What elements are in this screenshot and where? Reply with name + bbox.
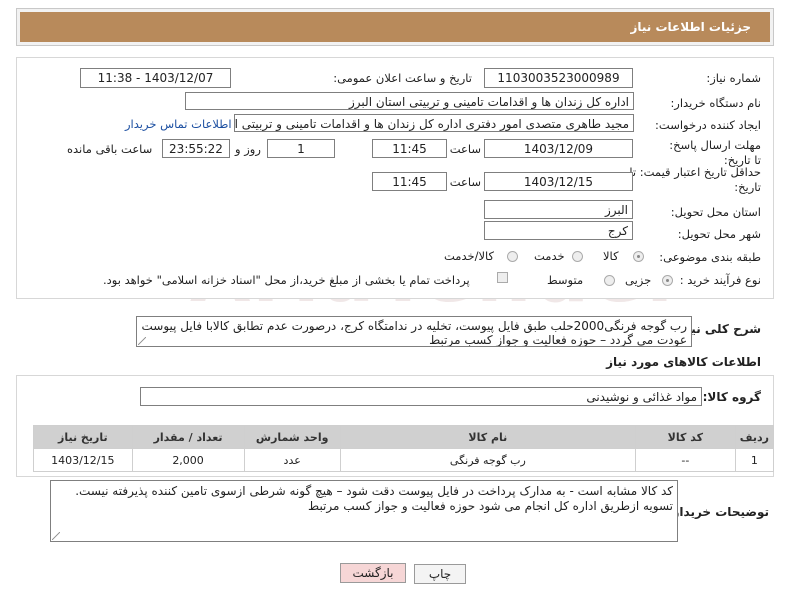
cell-row: 1 [734, 448, 775, 472]
cell-code: -- [634, 448, 736, 472]
process-radio-minor[interactable] [662, 275, 673, 286]
header-panel: جزئیات اطلاعات نیاز [16, 8, 774, 46]
deadline-time-field: 11:45 [372, 139, 447, 158]
description-text: رب گوجه فرنگی2000حلب طبق فایل پیوست، تخل… [141, 319, 687, 347]
deadline-date-field: 1403/12/09 [484, 139, 633, 158]
contact-buyer-link[interactable]: اطلاعات تماس خریدار [125, 117, 232, 131]
category-radio-goods[interactable] [633, 251, 644, 262]
goods-group-label: گروه کالا: [702, 390, 761, 404]
payment-note: پرداخت تمام یا بخشی از مبلغ خرید،از محل … [103, 273, 470, 287]
goods-table-header-row: ردیف کد کالا نام کالا واحد شمارش تعداد /… [33, 425, 775, 449]
days-field: 1 [267, 139, 335, 158]
process-radio-medium[interactable] [604, 275, 615, 286]
resize-handle[interactable] [52, 532, 60, 540]
process-option-medium: متوسط [547, 273, 584, 287]
validity-date-field: 1403/12/15 [484, 172, 633, 191]
province-label: استان محل تحویل: [670, 205, 761, 219]
goods-table: ردیف کد کالا نام کالا واحد شمارش تعداد /… [33, 425, 775, 472]
process-label: نوع فرآیند خرید : [679, 273, 761, 287]
goods-group-field: مواد غذائی و نوشیدنی [140, 387, 702, 406]
announce-label: تاریخ و ساعت اعلان عمومی: [333, 71, 472, 85]
city-label: شهر محل تحویل: [677, 227, 761, 241]
col-date: تاریخ نیاز [33, 425, 133, 449]
city-field: کرج [484, 221, 633, 240]
cell-unit: عدد [243, 448, 341, 472]
buyer-org-field: اداره کل زندان ها و اقدامات تامینی و ترب… [185, 92, 634, 110]
cell-date: 1403/12/15 [33, 448, 133, 472]
resize-handle[interactable] [138, 337, 146, 345]
cell-name: رب گوجه فرنگی [339, 448, 636, 472]
validity-time-label: ساعت [449, 175, 481, 189]
page-title: جزئیات اطلاعات نیاز [630, 20, 751, 34]
category-option-goods: کالا [603, 249, 619, 263]
buyer-notes-textarea[interactable]: کد کالا مشابه است - به مدارک پرداخت در ف… [50, 480, 678, 542]
announce-field: 1403/12/07 - 11:38 [80, 68, 231, 88]
need-number-label: شماره نیاز: [706, 71, 761, 85]
cell-quantity: 2,000 [131, 448, 245, 472]
validity-label: حداقل تاریخ اعتبار قیمت: تا تاریخ: [629, 165, 761, 194]
buyer-org-label: نام دستگاه خریدار: [670, 96, 761, 110]
requester-field: مجید طاهری متصدی امور دفتری اداره کل زند… [234, 114, 634, 132]
description-textarea[interactable]: رب گوجه فرنگی2000حلب طبق فایل پیوست، تخل… [136, 316, 692, 347]
need-number-field: 1103003523000989 [484, 68, 633, 88]
col-name: نام کالا [339, 425, 636, 449]
requester-label: ایجاد کننده درخواست: [655, 118, 761, 132]
buyer-notes-text: کد کالا مشابه است - به مدارک پرداخت در ف… [75, 484, 673, 513]
category-option-service: خدمت [534, 249, 565, 263]
goods-section-title: اطلاعات کالاهای مورد نیاز [606, 355, 761, 369]
category-radio-service[interactable] [572, 251, 583, 262]
back-button[interactable]: بازگشت [340, 563, 406, 583]
days-label: روز و [235, 142, 261, 156]
category-label: طبقه بندی موضوعی: [659, 250, 761, 264]
print-button[interactable]: چاپ [414, 564, 466, 584]
treasury-checkbox[interactable] [497, 272, 508, 283]
process-option-minor: جزیی [625, 273, 652, 287]
deadline-label: مهلت ارسال پاسخ: تا تاریخ: [669, 138, 761, 167]
category-option-both: کالا/خدمت [444, 249, 495, 263]
col-quantity: تعداد / مقدار [131, 425, 245, 449]
validity-time-field: 11:45 [372, 172, 447, 191]
province-field: البرز [484, 200, 633, 219]
remaining-label: ساعت باقی مانده [67, 142, 153, 156]
col-code: کد کالا [634, 425, 736, 449]
table-row: 1 -- رب گوجه فرنگی عدد 2,000 1403/12/15 [33, 448, 775, 472]
col-unit: واحد شمارش [243, 425, 341, 449]
category-radio-both[interactable] [507, 251, 518, 262]
buyer-notes-label: توضیحات خریدار: [667, 505, 769, 519]
deadline-time-label: ساعت [449, 142, 481, 156]
col-row: ردیف [734, 425, 775, 449]
remaining-field: 23:55:22 [162, 139, 230, 158]
